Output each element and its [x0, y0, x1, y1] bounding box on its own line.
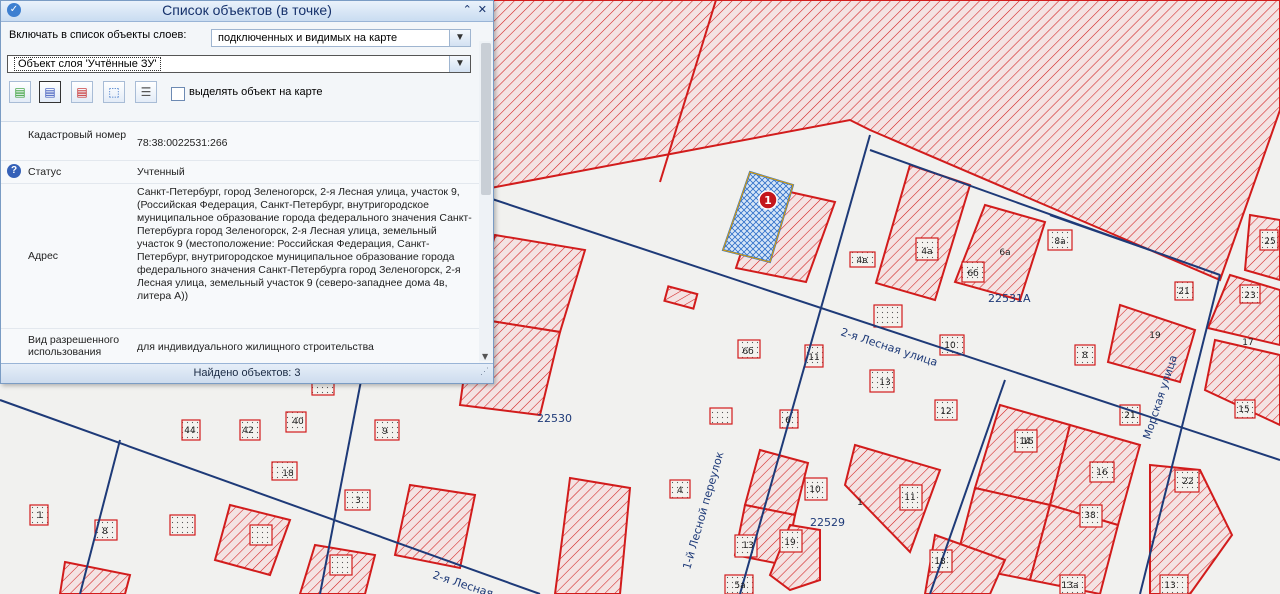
- large-parcel: [479, 0, 1280, 282]
- svg-text:13а: 13а: [1062, 581, 1079, 591]
- svg-text:16: 16: [1096, 468, 1108, 478]
- svg-text:13: 13: [1164, 581, 1175, 591]
- svg-text:1: 1: [857, 498, 863, 508]
- svg-text:6: 6: [785, 416, 791, 426]
- object-marker[interactable]: 1: [758, 190, 778, 210]
- svg-text:21: 21: [1178, 287, 1189, 297]
- quarter-label: 22530: [537, 412, 572, 425]
- attr-value: Учтенный: [137, 166, 185, 178]
- svg-text:11: 11: [904, 493, 915, 503]
- svg-text:23: 23: [1244, 291, 1255, 301]
- svg-text:8: 8: [102, 527, 108, 537]
- close-icon[interactable]: ✕: [478, 3, 487, 16]
- svg-text:8: 8: [1082, 351, 1088, 361]
- street-label: 2-я Лесная: [431, 568, 495, 594]
- street-label: 1-й Лесной переулок: [680, 450, 726, 571]
- svg-text:13: 13: [879, 378, 890, 388]
- table-row: ? Статус Учтенный: [1, 161, 479, 184]
- svg-text:40: 40: [292, 417, 304, 427]
- attr-value: 78:38:0022531:266: [137, 137, 228, 149]
- svg-text:4а: 4а: [921, 247, 932, 257]
- object-select[interactable]: Объект слоя 'Учтённые ЗУ' ▼: [7, 55, 471, 73]
- svg-text:9: 9: [382, 427, 388, 437]
- svg-text:6б: 6б: [967, 269, 979, 279]
- svg-text:18: 18: [282, 469, 294, 479]
- svg-text:10: 10: [809, 485, 821, 495]
- chevron-down-icon[interactable]: ▼: [449, 30, 470, 46]
- highlight-checkbox-label: выделять объект на карте: [189, 86, 323, 98]
- svg-text:15: 15: [1238, 405, 1249, 415]
- scrollbar-thumb[interactable]: [481, 43, 491, 195]
- svg-text:44: 44: [184, 426, 196, 436]
- select-area-icon[interactable]: ⬚: [103, 81, 125, 103]
- svg-text:38: 38: [1084, 511, 1096, 521]
- object-select-value: Объект слоя 'Учтённые ЗУ': [14, 57, 161, 71]
- street-label: 2-я Лесная улица: [839, 325, 939, 369]
- table-row: Вид разрешенного использования для индив…: [1, 329, 479, 366]
- svg-text:18: 18: [934, 557, 946, 567]
- panel-statusbar: Найдено объектов: 3 ⋰: [1, 363, 493, 383]
- svg-text:19: 19: [784, 538, 796, 548]
- table-view-icon[interactable]: ☰: [135, 81, 157, 103]
- attr-key: Кадастровый номер: [28, 129, 127, 141]
- export-red-doc-icon[interactable]: ▤: [71, 81, 93, 103]
- svg-text:22: 22: [1182, 477, 1193, 487]
- svg-text:25: 25: [1264, 237, 1275, 247]
- svg-text:5а: 5а: [734, 581, 745, 591]
- svg-text:3: 3: [355, 496, 361, 506]
- table-row: Адрес Санкт-Петербург, город Зеленогорск…: [1, 184, 479, 329]
- panel-titlebar[interactable]: ✓ Список объектов (в точке) ⌃ ✕: [1, 1, 493, 22]
- svg-text:17: 17: [1242, 338, 1253, 348]
- attr-key: Статус: [28, 166, 62, 178]
- svg-text:4: 4: [677, 486, 683, 496]
- attr-key: Адрес: [28, 250, 59, 262]
- svg-text:21: 21: [1124, 411, 1135, 421]
- export-blue-doc-icon[interactable]: ▤: [39, 81, 61, 103]
- highlight-checkbox[interactable]: [171, 87, 185, 101]
- svg-text:15: 15: [1022, 437, 1033, 447]
- svg-text:1: 1: [37, 511, 43, 521]
- attr-key: Вид разрешенного использования: [28, 334, 120, 358]
- svg-text:10: 10: [944, 341, 956, 351]
- table-row: Кадастровый номер 78:38:0022531:266: [1, 122, 479, 161]
- quarter-label: 22531А: [988, 292, 1031, 305]
- svg-text:6б: 6б: [742, 347, 754, 357]
- scroll-down-icon[interactable]: ▼: [482, 352, 488, 361]
- svg-text:13: 13: [742, 541, 753, 551]
- attributes-table: Кадастровый номер 78:38:0022531:266 ? Ст…: [1, 121, 479, 366]
- include-label: Включать в список объекты слоев:: [9, 29, 187, 41]
- resize-grip-icon[interactable]: ⋰: [480, 362, 489, 381]
- objects-list-panel[interactable]: ✓ Список объектов (в точке) ⌃ ✕ Включать …: [0, 0, 494, 384]
- panel-scrollbar[interactable]: ▼: [479, 41, 493, 361]
- include-layers-select[interactable]: подключенных и видимых на карте ▼: [211, 29, 471, 47]
- quarter-label: 22529: [810, 516, 845, 529]
- help-icon[interactable]: ?: [7, 164, 21, 178]
- collapse-icon[interactable]: ⌃: [463, 3, 472, 16]
- svg-text:19: 19: [1149, 331, 1161, 341]
- panel-title: Список объектов (в точке): [162, 2, 332, 18]
- svg-text:4в: 4в: [856, 256, 867, 266]
- attr-value: Санкт-Петербург, город Зеленогорск, 2-я …: [137, 186, 472, 302]
- attr-value: для индивидуального жилищного строительс…: [137, 341, 374, 353]
- found-count: Найдено объектов: 3: [193, 367, 301, 379]
- svg-text:8а: 8а: [1054, 237, 1065, 247]
- include-select-value: подключенных и видимых на карте: [218, 32, 398, 44]
- svg-text:42: 42: [242, 426, 253, 436]
- svg-text:11: 11: [808, 353, 819, 363]
- svg-text:12: 12: [940, 407, 951, 417]
- chevron-down-icon[interactable]: ▼: [449, 56, 470, 72]
- export-green-doc-icon[interactable]: ▤: [9, 81, 31, 103]
- svg-text:6а: 6а: [999, 248, 1010, 258]
- marker-number: 1: [764, 194, 772, 207]
